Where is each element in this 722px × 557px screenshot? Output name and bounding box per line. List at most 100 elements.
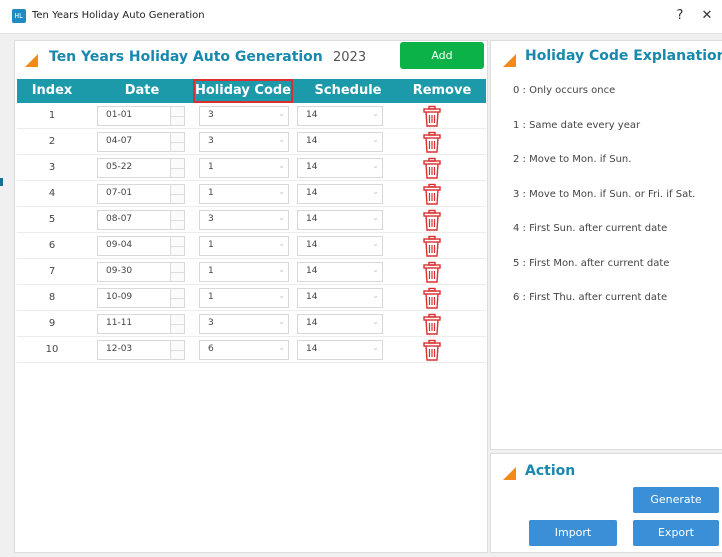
holiday-code-dropdown[interactable]: 1 ⌄ <box>199 158 289 178</box>
schedule-value: 14 <box>306 162 318 172</box>
holiday-code-dropdown[interactable]: 6 ⌄ <box>199 340 289 360</box>
explanation-item: 6 : First Thu. after current date <box>513 292 668 303</box>
chevron-down-icon: ⌄ <box>278 161 285 170</box>
schedule-dropdown[interactable]: 14 ⌄ <box>297 210 383 230</box>
chevron-down-icon: ⌄ <box>278 135 285 144</box>
row-index: 8 <box>48 292 56 303</box>
date-spinbox[interactable]: 12-03 <box>97 340 185 360</box>
table-row: 10 12-03 6 ⌄ 14 ⌄ <box>17 337 486 363</box>
holiday-code-dropdown[interactable]: 3 ⌄ <box>199 106 289 126</box>
schedule-dropdown[interactable]: 14 ⌄ <box>297 236 383 256</box>
date-spinbox[interactable]: 08-07 <box>97 210 185 230</box>
schedule-dropdown[interactable]: 14 ⌄ <box>297 262 383 282</box>
header-date: Date <box>124 83 160 98</box>
date-value: 09-04 <box>106 240 133 250</box>
trash-icon[interactable] <box>421 287 443 309</box>
date-spinbox[interactable]: 01-01 <box>97 106 185 126</box>
row-index: 10 <box>45 344 59 355</box>
spinner-arrows-icon[interactable] <box>170 289 185 307</box>
date-value: 04-07 <box>106 136 133 146</box>
schedule-dropdown[interactable]: 14 ⌄ <box>297 158 383 178</box>
spinner-arrows-icon[interactable] <box>170 341 185 359</box>
chevron-down-icon: ⌄ <box>278 291 285 300</box>
panel-title: Ten Years Holiday Auto Generation <box>49 49 323 65</box>
app-icon: HL <box>12 9 26 23</box>
schedule-value: 14 <box>306 240 318 250</box>
date-value: 01-01 <box>106 110 133 120</box>
trash-icon[interactable] <box>421 235 443 257</box>
holiday-code-dropdown[interactable]: 3 ⌄ <box>199 314 289 334</box>
date-spinbox[interactable]: 09-04 <box>97 236 185 256</box>
date-spinbox[interactable]: 04-07 <box>97 132 185 152</box>
schedule-dropdown[interactable]: 14 ⌄ <box>297 184 383 204</box>
export-button[interactable]: Export <box>633 520 719 546</box>
import-button[interactable]: Import <box>529 520 617 546</box>
window-edge-marker <box>0 178 3 186</box>
close-button[interactable]: ✕ <box>696 7 718 25</box>
chevron-down-icon: ⌄ <box>372 343 379 352</box>
add-button[interactable]: Add <box>400 42 484 69</box>
holiday-code-dropdown[interactable]: 1 ⌄ <box>199 236 289 256</box>
explanation-item: 1 : Same date every year <box>513 119 641 131</box>
spinner-arrows-icon[interactable] <box>170 159 185 177</box>
holiday-code-dropdown[interactable]: 1 ⌄ <box>199 288 289 308</box>
holiday-code-dropdown[interactable]: 3 ⌄ <box>199 132 289 152</box>
spinner-arrows-icon[interactable] <box>170 263 185 281</box>
spinner-arrows-icon[interactable] <box>170 237 185 255</box>
holiday-code-value: 3 <box>208 136 214 146</box>
schedule-value: 14 <box>306 136 318 146</box>
header-holiday-code: Holiday Code <box>193 79 293 103</box>
holiday-code-value: 3 <box>208 214 214 224</box>
header-schedule: Schedule <box>314 83 382 98</box>
date-value: 07-01 <box>106 188 133 198</box>
spinner-arrows-icon[interactable] <box>170 107 185 125</box>
trash-icon[interactable] <box>421 105 443 127</box>
holiday-code-dropdown[interactable]: 1 ⌄ <box>199 184 289 204</box>
generate-button[interactable]: Generate <box>633 487 719 513</box>
date-spinbox[interactable]: 10-09 <box>97 288 185 308</box>
section-triangle-icon <box>25 54 38 67</box>
date-spinbox[interactable]: 09-30 <box>97 262 185 282</box>
row-index: 2 <box>48 136 56 147</box>
chevron-down-icon: ⌄ <box>372 187 379 196</box>
explanation-item: 3 : Move to Mon. if Sun. or Fri. if Sat. <box>513 188 696 200</box>
holiday-code-dropdown[interactable]: 3 ⌄ <box>199 210 289 230</box>
spinner-arrows-icon[interactable] <box>170 133 185 151</box>
schedule-dropdown[interactable]: 14 ⌄ <box>297 314 383 334</box>
holiday-code-value: 1 <box>208 240 214 250</box>
holiday-code-dropdown[interactable]: 1 ⌄ <box>199 262 289 282</box>
date-spinbox[interactable]: 07-01 <box>97 184 185 204</box>
trash-icon[interactable] <box>421 131 443 153</box>
schedule-dropdown[interactable]: 14 ⌄ <box>297 106 383 126</box>
holiday-generation-panel: Ten Years Holiday Auto Generation 2023 A… <box>14 40 488 553</box>
trash-icon[interactable] <box>421 313 443 335</box>
spinner-arrows-icon[interactable] <box>170 211 185 229</box>
trash-icon[interactable] <box>421 339 443 361</box>
spinner-arrows-icon[interactable] <box>170 185 185 203</box>
chevron-down-icon: ⌄ <box>372 265 379 274</box>
chevron-down-icon: ⌄ <box>278 265 285 274</box>
action-title: Action <box>525 463 576 479</box>
trash-icon[interactable] <box>421 157 443 179</box>
table-row: 4 07-01 1 ⌄ 14 ⌄ <box>17 181 486 207</box>
date-value: 05-22 <box>106 162 133 172</box>
schedule-value: 14 <box>306 292 318 302</box>
trash-icon[interactable] <box>421 209 443 231</box>
table-header: Index Date Holiday Code Schedule Remove <box>17 79 486 103</box>
table-row: 9 11-11 3 ⌄ 14 ⌄ <box>17 311 486 337</box>
date-value: 11-11 <box>106 318 133 328</box>
schedule-dropdown[interactable]: 14 ⌄ <box>297 132 383 152</box>
chevron-down-icon: ⌄ <box>372 317 379 326</box>
holiday-code-value: 1 <box>208 162 214 172</box>
date-value: 09-30 <box>106 266 133 276</box>
row-index: 7 <box>48 266 56 277</box>
help-button[interactable]: ? <box>669 7 691 25</box>
schedule-dropdown[interactable]: 14 ⌄ <box>297 340 383 360</box>
date-spinbox[interactable]: 11-11 <box>97 314 185 334</box>
trash-icon[interactable] <box>421 261 443 283</box>
trash-icon[interactable] <box>421 183 443 205</box>
date-spinbox[interactable]: 05-22 <box>97 158 185 178</box>
schedule-dropdown[interactable]: 14 ⌄ <box>297 288 383 308</box>
chevron-down-icon: ⌄ <box>372 109 379 118</box>
spinner-arrows-icon[interactable] <box>170 315 185 333</box>
